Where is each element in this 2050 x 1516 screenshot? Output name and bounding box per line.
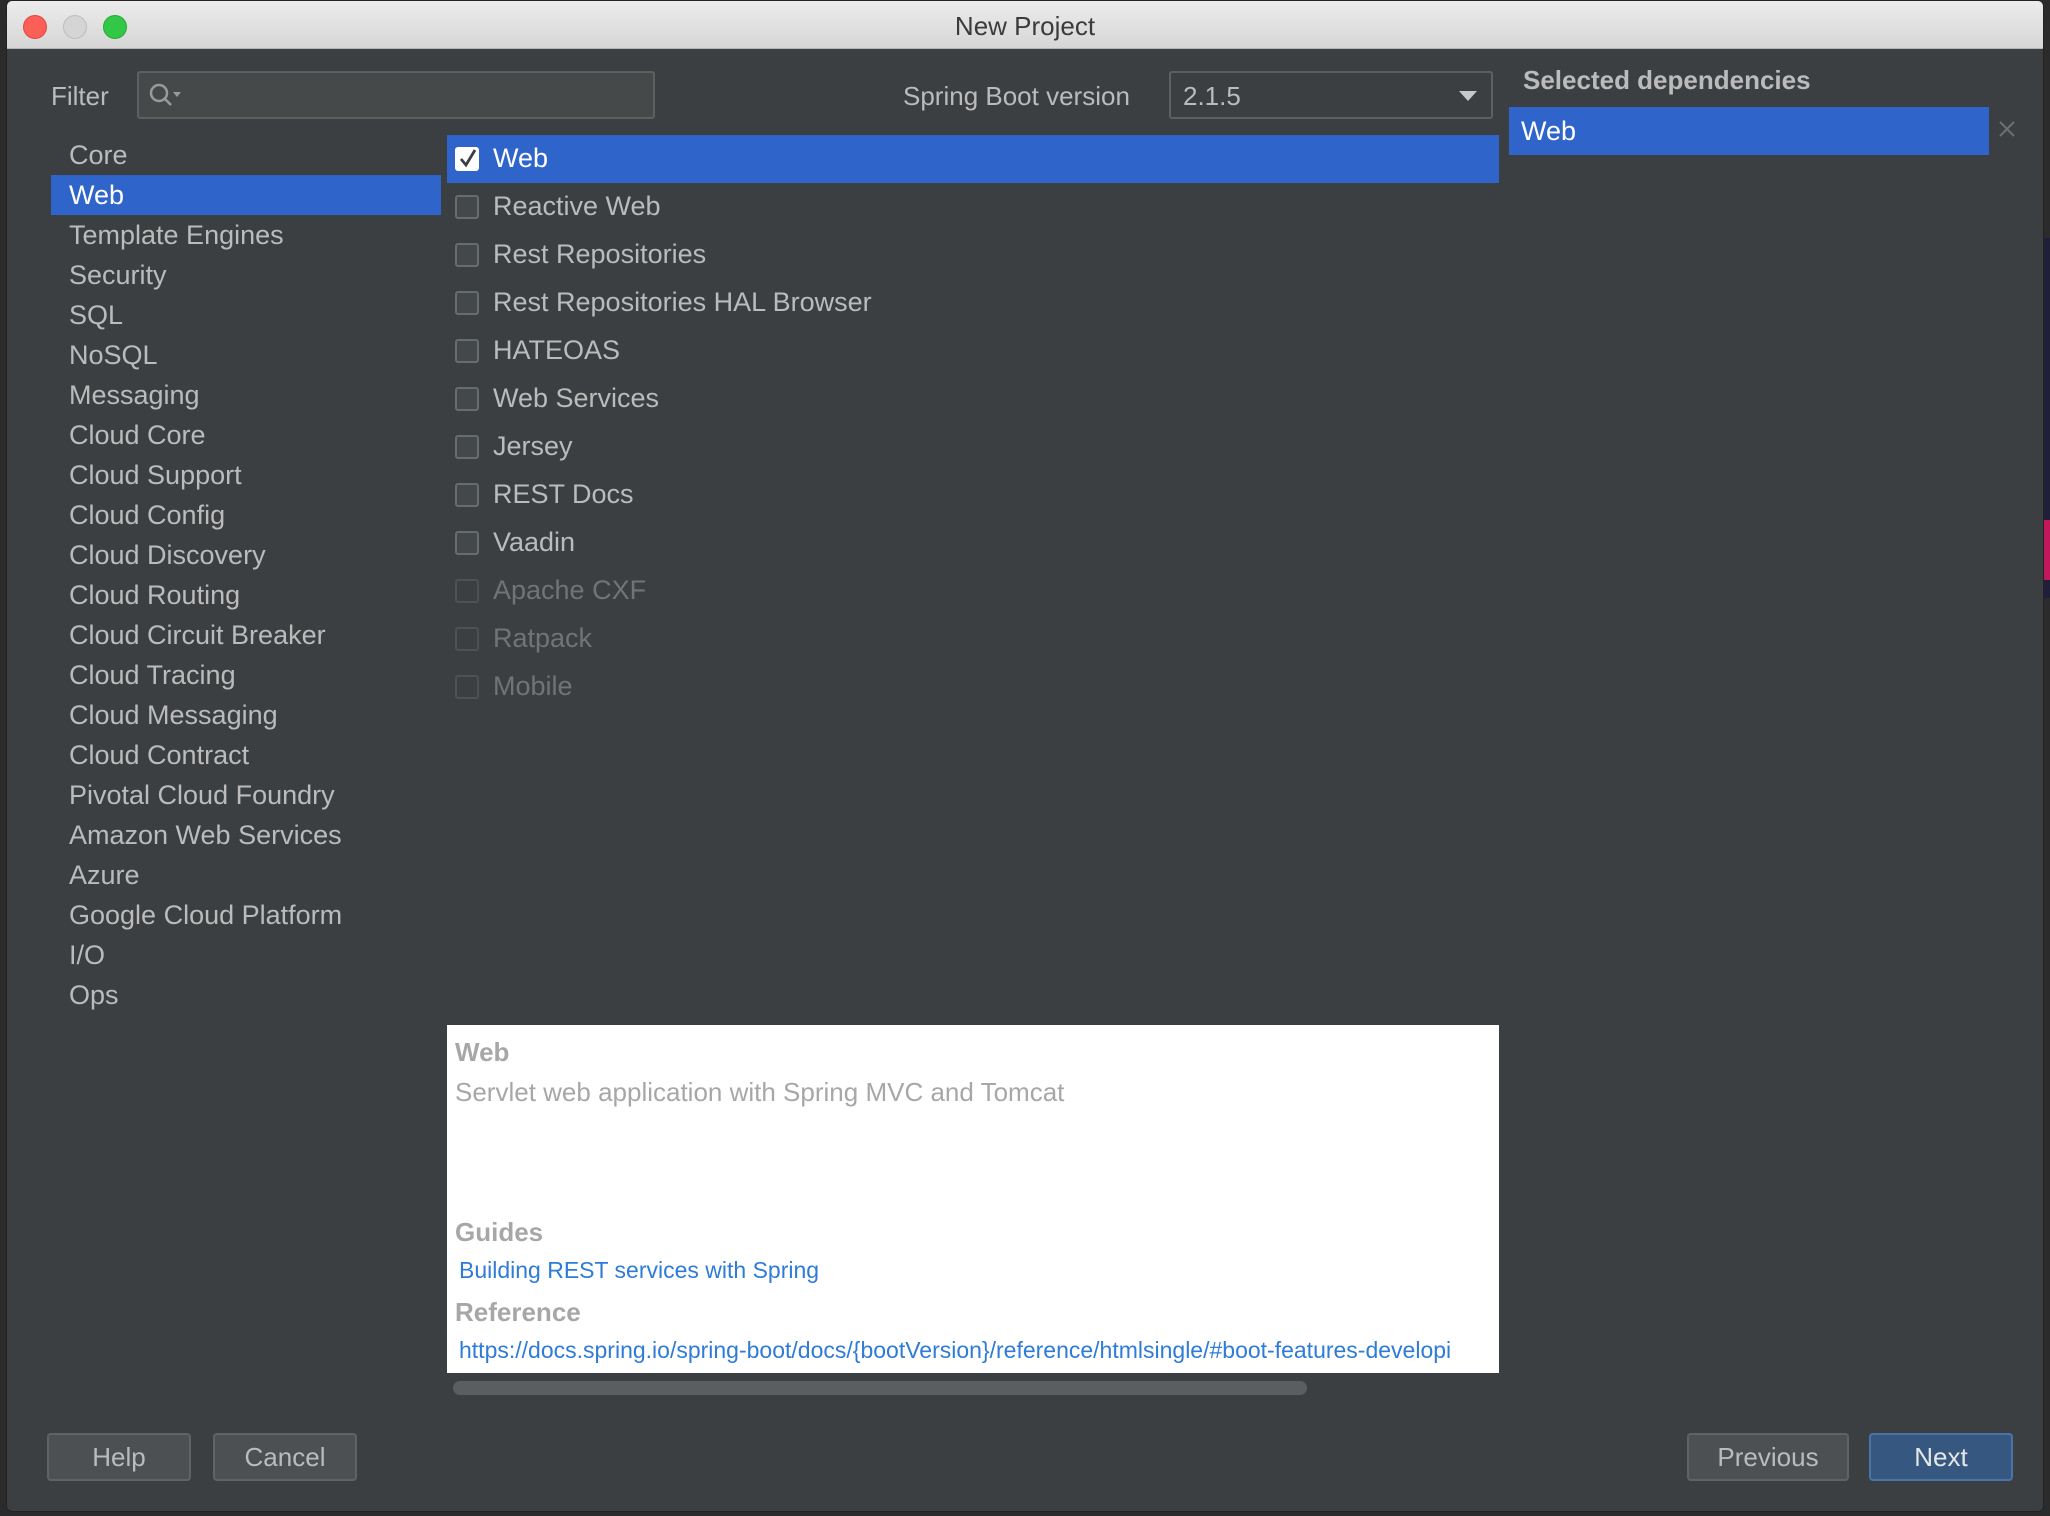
category-item[interactable]: Cloud Core — [51, 415, 441, 455]
dependency-label: HATEOAS — [493, 335, 621, 365]
dependency-label: Web — [493, 143, 549, 173]
category-item[interactable]: NoSQL — [51, 335, 441, 375]
dependency-item[interactable]: Rest Repositories HAL Browser — [447, 279, 1499, 327]
cancel-button[interactable]: Cancel — [213, 1433, 357, 1481]
scrollbar-thumb[interactable] — [453, 1381, 1307, 1395]
dependency-checkbox[interactable] — [455, 147, 479, 171]
filter-input[interactable] — [137, 71, 655, 119]
dependency-item[interactable]: Vaadin — [447, 519, 1499, 567]
dependency-item: Ratpack — [447, 615, 1499, 663]
dependency-label: Rest Repositories HAL Browser — [493, 287, 872, 317]
dependency-item[interactable]: Rest Repositories — [447, 231, 1499, 279]
guides-heading: Guides — [455, 1217, 544, 1247]
category-item[interactable]: Web — [51, 175, 441, 215]
guide-link[interactable]: Building REST services with Spring — [459, 1257, 819, 1284]
spring-boot-version-select[interactable]: 2.1.5 — [1169, 71, 1493, 119]
category-item[interactable]: Cloud Messaging — [51, 695, 441, 735]
dependency-item[interactable]: HATEOAS — [447, 327, 1499, 375]
category-item[interactable]: SQL — [51, 295, 441, 335]
category-item[interactable]: Cloud Contract — [51, 735, 441, 775]
chevron-down-icon — [1459, 91, 1477, 101]
search-icon — [149, 83, 181, 106]
dependency-item: Mobile — [447, 663, 1499, 711]
spring-boot-version-value: 2.1.5 — [1183, 81, 1241, 111]
category-item[interactable]: Ops — [51, 975, 441, 1015]
dependency-checkbox — [455, 579, 479, 603]
category-item[interactable]: Cloud Discovery — [51, 535, 441, 575]
dependency-checkbox[interactable] — [455, 483, 479, 507]
check-icon — [459, 149, 477, 168]
description-title: Web — [455, 1037, 510, 1067]
dependency-checkbox — [455, 627, 479, 651]
dependency-checkbox[interactable] — [455, 195, 479, 219]
new-project-dialog: New Project Filter Spring Boot version 2… — [6, 0, 2044, 1512]
dependency-label: Reactive Web — [493, 191, 661, 221]
dependency-item: Apache CXF — [447, 567, 1499, 615]
background-window-accent — [2044, 520, 2050, 580]
next-button[interactable]: Next — [1869, 1433, 2013, 1481]
previous-button[interactable]: Previous — [1687, 1433, 1849, 1481]
category-item[interactable]: Amazon Web Services — [51, 815, 441, 855]
dependency-checkbox[interactable] — [455, 243, 479, 267]
filter-label: Filter — [51, 81, 109, 111]
dependency-label: REST Docs — [493, 479, 634, 509]
dependency-label: Apache CXF — [493, 575, 647, 605]
dependency-checkbox[interactable] — [455, 435, 479, 459]
reference-link[interactable]: https://docs.spring.io/spring-boot/docs/… — [459, 1337, 1451, 1364]
dependency-list: Web Reactive Web Rest Repositories Rest … — [447, 135, 1499, 711]
dependency-label: Jersey — [493, 431, 573, 461]
category-item[interactable]: Cloud Routing — [51, 575, 441, 615]
selected-dependency-item[interactable]: Web — [1509, 107, 1989, 155]
category-item[interactable]: Messaging — [51, 375, 441, 415]
category-item[interactable]: Azure — [51, 855, 441, 895]
category-item[interactable]: Security — [51, 255, 441, 295]
category-item[interactable]: Core — [51, 135, 441, 175]
dependency-checkbox[interactable] — [455, 531, 479, 555]
dependency-item[interactable]: Jersey — [447, 423, 1499, 471]
category-item[interactable]: Cloud Config — [51, 495, 441, 535]
dependency-checkbox[interactable] — [455, 387, 479, 411]
title-bar[interactable]: New Project — [7, 1, 2043, 49]
category-item[interactable]: Cloud Circuit Breaker — [51, 615, 441, 655]
category-item[interactable]: Cloud Tracing — [51, 655, 441, 695]
selected-dependencies-heading: Selected dependencies — [1523, 65, 1811, 95]
dependency-label: Rest Repositories — [493, 239, 707, 269]
spring-boot-version-label: Spring Boot version — [903, 81, 1130, 111]
dependency-label: Ratpack — [493, 623, 593, 653]
window-title: New Project — [954, 11, 1096, 41]
dependency-label: Vaadin — [493, 527, 576, 557]
category-item[interactable]: I/O — [51, 935, 441, 975]
category-item[interactable]: Pivotal Cloud Foundry — [51, 775, 441, 815]
reference-heading: Reference — [455, 1297, 581, 1327]
category-item[interactable]: Template Engines — [51, 215, 441, 255]
description-text: Servlet web application with Spring MVC … — [455, 1077, 1065, 1107]
dependency-label: Web Services — [493, 383, 660, 413]
dependency-description-panel: Web Servlet web application with Spring … — [447, 1025, 1499, 1373]
dependency-checkbox[interactable] — [455, 339, 479, 363]
help-button[interactable]: Help — [47, 1433, 191, 1481]
dependency-item[interactable]: Web Services — [447, 375, 1499, 423]
category-item[interactable]: Google Cloud Platform — [51, 895, 441, 935]
category-item[interactable]: Cloud Support — [51, 455, 441, 495]
category-list: Core Web Template Engines Security SQL N… — [51, 135, 441, 1015]
dependency-item[interactable]: Reactive Web — [447, 183, 1499, 231]
dependency-checkbox — [455, 675, 479, 699]
close-icon[interactable] — [1997, 119, 2017, 139]
dependency-item[interactable]: Web — [447, 135, 1499, 183]
dependency-checkbox[interactable] — [455, 291, 479, 315]
dependency-label: Mobile — [493, 671, 573, 701]
horizontal-scrollbar[interactable] — [447, 1373, 1499, 1401]
dependency-item[interactable]: REST Docs — [447, 471, 1499, 519]
